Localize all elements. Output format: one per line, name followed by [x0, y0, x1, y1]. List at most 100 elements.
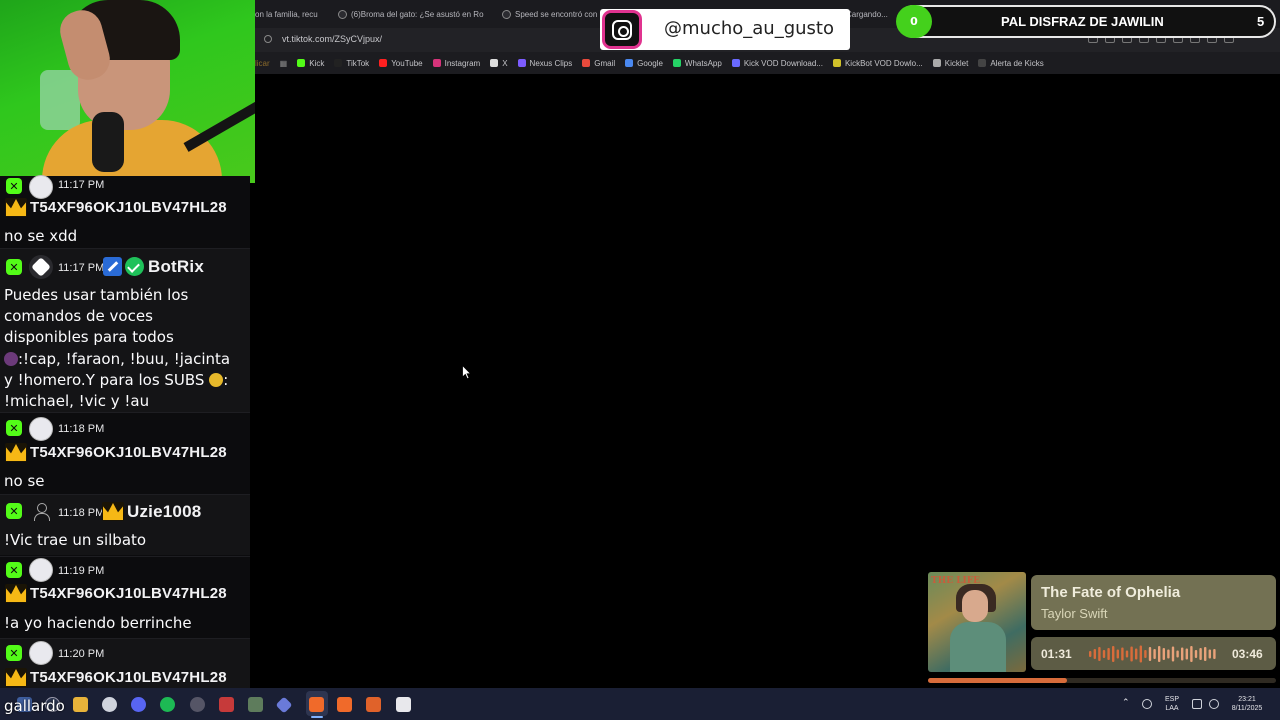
total-duration: 03:46	[1232, 647, 1263, 661]
bookmark-favicon-icon	[432, 59, 441, 67]
network-icon[interactable]	[1192, 699, 1202, 709]
album-art-lettering: THE LIFE	[931, 576, 980, 586]
tiktok-icon	[502, 9, 511, 19]
instagram-handle: @mucho_au_gusto	[664, 18, 834, 39]
bookmark-item[interactable]: Google	[625, 59, 663, 68]
bookmark-item[interactable]: Kick VOD Download...	[731, 58, 823, 68]
bookmark-label: Google	[637, 58, 663, 68]
webcam-feed	[0, 0, 255, 183]
bookmark-favicon-icon	[517, 59, 526, 67]
browser-tab[interactable]: (6)Broma del gato: ¿Se asustó en Ro	[338, 4, 488, 24]
mic-arm	[183, 98, 255, 152]
timestamp: 11:17 PM	[58, 179, 105, 191]
tf-app-icon[interactable]	[219, 697, 234, 712]
active-indicator	[311, 716, 323, 718]
username[interactable]: Uzie1008	[127, 502, 201, 522]
url-field[interactable]: vt.tiktok.com/ZSyCVjpux/	[282, 34, 382, 44]
language-indicator[interactable]: ESP LAA	[1162, 695, 1182, 713]
avatar	[29, 417, 53, 441]
username[interactable]: T54XF96OKJ10LBV47HL28	[30, 199, 227, 216]
language-line: ESP	[1164, 696, 1179, 703]
goal-current: 0	[896, 5, 932, 38]
bookmark-item[interactable]: Kicklet	[932, 59, 968, 68]
document-icon[interactable]	[396, 697, 411, 712]
apps-grid-icon[interactable]: ▦	[280, 59, 288, 68]
bookmark-label: Kick VOD Download...	[743, 58, 823, 68]
bookmark-favicon-icon	[978, 59, 987, 67]
bookmark-item[interactable]: licar	[255, 59, 270, 68]
microphone	[92, 112, 124, 172]
screen: on la familia, recu (6)Broma del gato: ¿…	[0, 0, 1280, 720]
browser-tab[interactable]: Speed se encontró con	[502, 4, 600, 24]
clock[interactable]: 23:21 8/11/2025	[1226, 695, 1268, 713]
file-explorer-icon[interactable]	[73, 697, 88, 712]
tab-title: Cargando...	[846, 9, 888, 19]
bookmark-item[interactable]: Alerta de Kicks	[978, 58, 1044, 68]
bookmark-favicon-icon	[932, 59, 941, 67]
bookmark-item[interactable]: Gmail	[582, 59, 615, 68]
kick-badge-icon: ✕	[6, 503, 22, 519]
tab-title: on la familia, recu	[255, 9, 318, 19]
site-info-icon[interactable]	[264, 35, 272, 43]
bookmark-item[interactable]: KickBot VOD Dowlo...	[832, 59, 923, 68]
kick-badge-icon: ✕	[6, 259, 22, 275]
app-icon[interactable]	[248, 697, 263, 712]
username[interactable]: T54XF96OKJ10LBV47HL28	[30, 669, 227, 686]
message-line: Puedes usar también los	[4, 286, 189, 304]
username[interactable]: T54XF96OKJ10LBV47HL28	[30, 444, 227, 461]
avatar	[29, 558, 53, 582]
bookmark-item[interactable]: Kick	[297, 59, 324, 68]
avatar	[29, 641, 53, 665]
obs-icon[interactable]	[102, 697, 117, 712]
username[interactable]: BotRix	[148, 257, 204, 277]
bookmark-favicon-icon	[490, 59, 499, 67]
bookmark-label: Kick	[309, 58, 325, 68]
avatar	[29, 175, 53, 199]
message-line: !michael, !vic y !au	[4, 392, 150, 410]
bookmark-label: Gmail	[594, 58, 616, 68]
streamer-name-overlay: gallardo	[4, 697, 65, 715]
song-title: The Fate of Ophelia	[1041, 584, 1181, 601]
timestamp: 11:20 PM	[58, 648, 105, 660]
message-line: y !homero.Y para los SUBS	[4, 371, 205, 389]
bookmark-favicon-icon	[832, 59, 841, 67]
bookmark-label: Instagram	[444, 58, 481, 68]
brave-icon[interactable]	[309, 697, 324, 712]
bookmark-favicon-icon	[334, 59, 343, 67]
message-line: comandos de voces	[4, 307, 153, 325]
chevron-up-icon[interactable]: ⌃	[1122, 698, 1130, 707]
brave-icon[interactable]	[366, 697, 381, 712]
spotify-icon[interactable]	[160, 697, 175, 712]
song-artist: Taylor Swift	[1041, 606, 1108, 621]
message-text: !a yo haciendo berrinche	[4, 614, 192, 632]
kick-badge-icon: ✕	[6, 562, 22, 578]
browser-tab[interactable]: on la familia, recu	[255, 4, 325, 24]
app-icon[interactable]	[190, 697, 205, 712]
bookmark-item[interactable]: Nexus Clips	[517, 59, 572, 68]
bookmark-favicon-icon	[582, 59, 591, 67]
timestamp: 11:18 PM	[58, 423, 105, 435]
brave-icon[interactable]	[337, 697, 352, 712]
username[interactable]: T54XF96OKJ10LBV47HL28	[30, 585, 227, 602]
bookmarks-bar: licar ▦ Kick TikTok YouTube Instagram X Nexus C…	[255, 52, 1280, 74]
tab-title: Speed se encontró con	[515, 9, 598, 19]
discord-icon[interactable]	[131, 697, 146, 712]
message-line: disponibles para todos	[4, 328, 174, 346]
timestamp: 11:18 PM	[58, 507, 105, 519]
bookmark-item[interactable]: TikTok	[334, 59, 369, 68]
bookmark-item[interactable]: WhatsApp	[672, 59, 722, 68]
bookmark-label: Alerta de Kicks	[990, 58, 1044, 68]
microphone-icon[interactable]	[1142, 699, 1152, 709]
moderator-icon	[103, 257, 122, 276]
bookmark-item[interactable]: YouTube	[379, 59, 423, 68]
bookmark-item[interactable]: Instagram	[432, 58, 481, 68]
verified-icon	[125, 257, 144, 276]
bookmark-favicon-icon	[379, 59, 388, 67]
waveform-icon	[1089, 645, 1216, 663]
clock-time: 23:21	[1238, 696, 1256, 703]
bookmark-item[interactable]: X	[490, 59, 508, 68]
volume-icon[interactable]	[1209, 699, 1219, 709]
tiktok-icon	[338, 9, 347, 19]
message-text: no se	[4, 472, 45, 490]
kick-badge-icon: ✕	[6, 645, 22, 661]
